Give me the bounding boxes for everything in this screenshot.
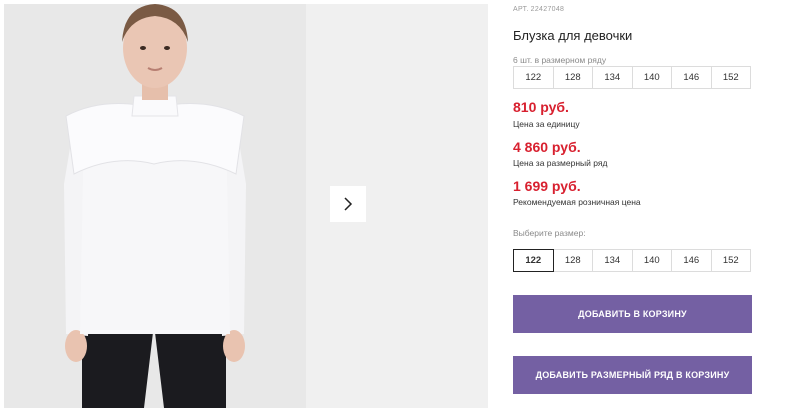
size-select-label: Выберите размер: — [513, 228, 586, 238]
product-title: Блузка для девочки — [513, 28, 633, 43]
add-to-cart-button[interactable]: ДОБАВИТЬ В КОРЗИНУ — [513, 295, 752, 333]
retail-price-label: Рекомендуемая розничная цена — [513, 197, 641, 207]
unit-price: 810 руб. — [513, 99, 569, 115]
pack-price: 4 860 руб. — [513, 139, 581, 155]
pack-size-cell: 134 — [592, 66, 633, 89]
pack-price-label: Цена за размерный ряд — [513, 158, 608, 168]
pack-size-cell: 140 — [631, 66, 672, 89]
pack-note: 6 шт. в размерном ряду — [513, 55, 607, 65]
size-option-134[interactable]: 134 — [592, 249, 633, 272]
pack-size-row: 122 128 134 140 146 152 — [513, 66, 751, 89]
size-option-122[interactable]: 122 — [513, 249, 554, 272]
product-photo-image — [4, 4, 306, 408]
add-pack-to-cart-button[interactable]: ДОБАВИТЬ РАЗМЕРНЫЙ РЯД В КОРЗИНУ — [513, 356, 752, 394]
unit-price-label: Цена за единицу — [513, 119, 580, 129]
gallery-next-button[interactable] — [330, 186, 366, 222]
article-number: АРТ. 22427048 — [513, 6, 564, 13]
size-option-128[interactable]: 128 — [552, 249, 593, 272]
size-selector: 122 128 134 140 146 152 — [513, 249, 751, 272]
pack-size-cell: 128 — [552, 66, 593, 89]
size-option-152[interactable]: 152 — [710, 249, 751, 272]
pack-size-cell: 146 — [671, 66, 712, 89]
product-photo — [4, 4, 306, 408]
chevron-right-icon — [344, 197, 353, 211]
size-option-146[interactable]: 146 — [671, 249, 712, 272]
retail-price: 1 699 руб. — [513, 178, 581, 194]
article-label: АРТ. — [513, 6, 529, 13]
pack-size-cell: 152 — [710, 66, 751, 89]
pack-size-cell: 122 — [513, 66, 554, 89]
size-option-140[interactable]: 140 — [631, 249, 672, 272]
article-value: 22427048 — [530, 6, 565, 13]
